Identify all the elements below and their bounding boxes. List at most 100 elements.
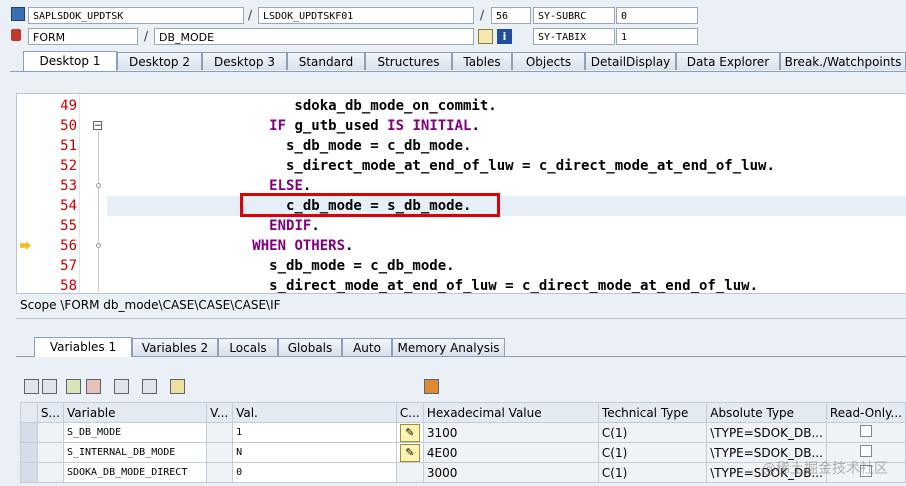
tab-standard[interactable]: Standard: [287, 52, 365, 70]
include-field[interactable]: LSDOK_UPDTSKF01: [258, 7, 474, 24]
technical-type-cell: C(1): [597, 442, 708, 463]
v-cell: [206, 462, 234, 483]
col-val[interactable]: Val.: [232, 402, 397, 423]
code-line: s_db_mode = c_db_mode.: [227, 138, 472, 154]
value-cell[interactable]: 1: [232, 422, 397, 443]
hex-cell: 3000: [422, 462, 599, 483]
abap-keyword: ELSE: [269, 178, 303, 194]
variable-cell[interactable]: S_INTERNAL_DB_MODE: [62, 442, 208, 463]
tab-data-explorer[interactable]: Data Explorer: [676, 52, 780, 70]
tab-variables-2[interactable]: Variables 2: [132, 338, 218, 356]
change-cell[interactable]: ✎: [395, 422, 424, 443]
sysvar1-value[interactable]: 0: [616, 7, 698, 24]
delete-icon[interactable]: [24, 379, 39, 394]
col-variable[interactable]: Variable: [62, 402, 208, 423]
variable-cell[interactable]: S_DB_MODE: [62, 422, 208, 443]
tab-structures[interactable]: Structures: [365, 52, 452, 70]
program-field[interactable]: SAPLSDOK_UPDTSK: [28, 7, 244, 24]
tab-desktop-1[interactable]: Desktop 1: [23, 51, 117, 71]
event-name-field[interactable]: DB_MODE: [154, 28, 474, 45]
read-only-cell: [825, 422, 906, 443]
hierarchy-icon[interactable]: [114, 379, 129, 394]
display-icon[interactable]: [42, 379, 57, 394]
line-number: 57: [60, 258, 77, 274]
separator: /: [144, 29, 149, 43]
tab-detaildisplay[interactable]: DetailDisplay: [585, 52, 676, 70]
row-selector[interactable]: [20, 422, 38, 443]
abap-keyword: ENDIF: [269, 218, 312, 234]
col-s[interactable]: S...: [36, 402, 64, 423]
col-hex[interactable]: Hexadecimal Value: [422, 402, 599, 423]
change-cell: [395, 462, 424, 483]
row-selector[interactable]: [20, 442, 38, 463]
fold-line: [98, 131, 99, 291]
variable-cell[interactable]: SDOKA_DB_MODE_DIRECT: [62, 462, 208, 483]
col-c[interactable]: C...: [395, 402, 424, 423]
sysvar2-name[interactable]: SY-TABIX: [533, 28, 615, 45]
display-source-icon[interactable]: [478, 29, 493, 44]
abap-keyword: IS: [387, 118, 405, 134]
code-line: IF g_utb_used IS INITIAL.: [269, 118, 480, 134]
line-number: 58: [60, 278, 77, 294]
fold-collapse-icon[interactable]: −: [93, 121, 102, 131]
technical-type-cell: C(1): [597, 422, 708, 443]
tab-tables[interactable]: Tables: [452, 52, 512, 70]
col-absolute-type[interactable]: Absolute Type: [706, 402, 827, 423]
table-header-row: S... Variable V... Val. C... Hexadecimal…: [20, 402, 906, 423]
table-row[interactable]: S_DB_MODE 1 ✎ 3100 C(1) \TYPE=SDOK_DB...: [20, 422, 906, 443]
line-number: 54: [60, 198, 77, 214]
absolute-type-cell: \TYPE=SDOK_DB...: [706, 422, 827, 443]
value-cell[interactable]: 0: [232, 462, 397, 483]
tab-objects[interactable]: Objects: [512, 52, 585, 70]
pencil-icon[interactable]: ✎: [399, 423, 420, 442]
v-cell: [206, 442, 234, 463]
tab-globals[interactable]: Globals: [278, 338, 342, 356]
line-number: 51: [60, 138, 77, 154]
pencil-icon[interactable]: ✎: [399, 443, 420, 462]
sysvar2-value[interactable]: 1: [616, 28, 698, 45]
folder-icon[interactable]: [170, 379, 185, 394]
abap-keyword: WHEN: [252, 238, 287, 254]
line-number: 53: [60, 178, 77, 194]
info-icon[interactable]: i: [497, 29, 512, 44]
navigate-icon[interactable]: [142, 379, 157, 394]
abap-keyword: IF: [269, 118, 287, 134]
hex-cell: 4E00: [422, 442, 599, 463]
technical-type-cell: C(1): [597, 462, 708, 483]
fold-dot: [96, 243, 101, 248]
status-cell: [36, 442, 64, 463]
load-icon[interactable]: [66, 379, 81, 394]
read-only-checkbox: [859, 445, 872, 457]
change-cell[interactable]: ✎: [395, 442, 424, 463]
watermark-text: @稀土掘金技术社区: [762, 461, 888, 477]
code-line: WHEN OTHERS.: [252, 238, 354, 254]
tab-desktop-2[interactable]: Desktop 2: [117, 52, 202, 70]
code-line: s_db_mode = c_db_mode.: [227, 258, 455, 274]
save-variants-icon[interactable]: [86, 379, 101, 394]
code-line: sdoka_db_mode_on_commit.: [227, 98, 497, 114]
tab-breakpoints[interactable]: Break./Watchpoints: [780, 52, 906, 70]
tab-auto[interactable]: Auto: [342, 338, 392, 356]
separator: /: [248, 8, 253, 22]
desktop-tabbar: Desktop 1 Desktop 2 Desktop 3 Standard S…: [10, 51, 906, 72]
event-icon: [11, 29, 21, 41]
read-only-checkbox: [859, 425, 872, 437]
line-field[interactable]: 56: [491, 7, 531, 24]
tab-variables-1[interactable]: Variables 1: [34, 337, 132, 357]
col-v[interactable]: V...: [206, 402, 234, 423]
row-selector[interactable]: [20, 462, 38, 483]
abap-keyword: INITIAL: [412, 118, 472, 134]
tab-locals[interactable]: Locals: [218, 338, 278, 356]
tab-memory-analysis[interactable]: Memory Analysis: [392, 338, 505, 356]
code-line: s_direct_mode_at_end_of_luw = c_direct_m…: [227, 158, 775, 174]
col-technical-type[interactable]: Technical Type: [597, 402, 708, 423]
variables-tabbar: Variables 1 Variables 2 Locals Globals A…: [16, 337, 906, 357]
save-icon[interactable]: [424, 379, 439, 394]
code-line: ENDIF.: [269, 218, 320, 234]
value-cell[interactable]: N: [232, 442, 397, 463]
tab-desktop-3[interactable]: Desktop 3: [202, 52, 287, 70]
event-type-field[interactable]: FORM: [28, 28, 138, 45]
fold-dot: [96, 183, 101, 188]
col-read-only[interactable]: Read-Only...: [825, 402, 906, 423]
sysvar1-name[interactable]: SY-SUBRC: [533, 7, 615, 24]
